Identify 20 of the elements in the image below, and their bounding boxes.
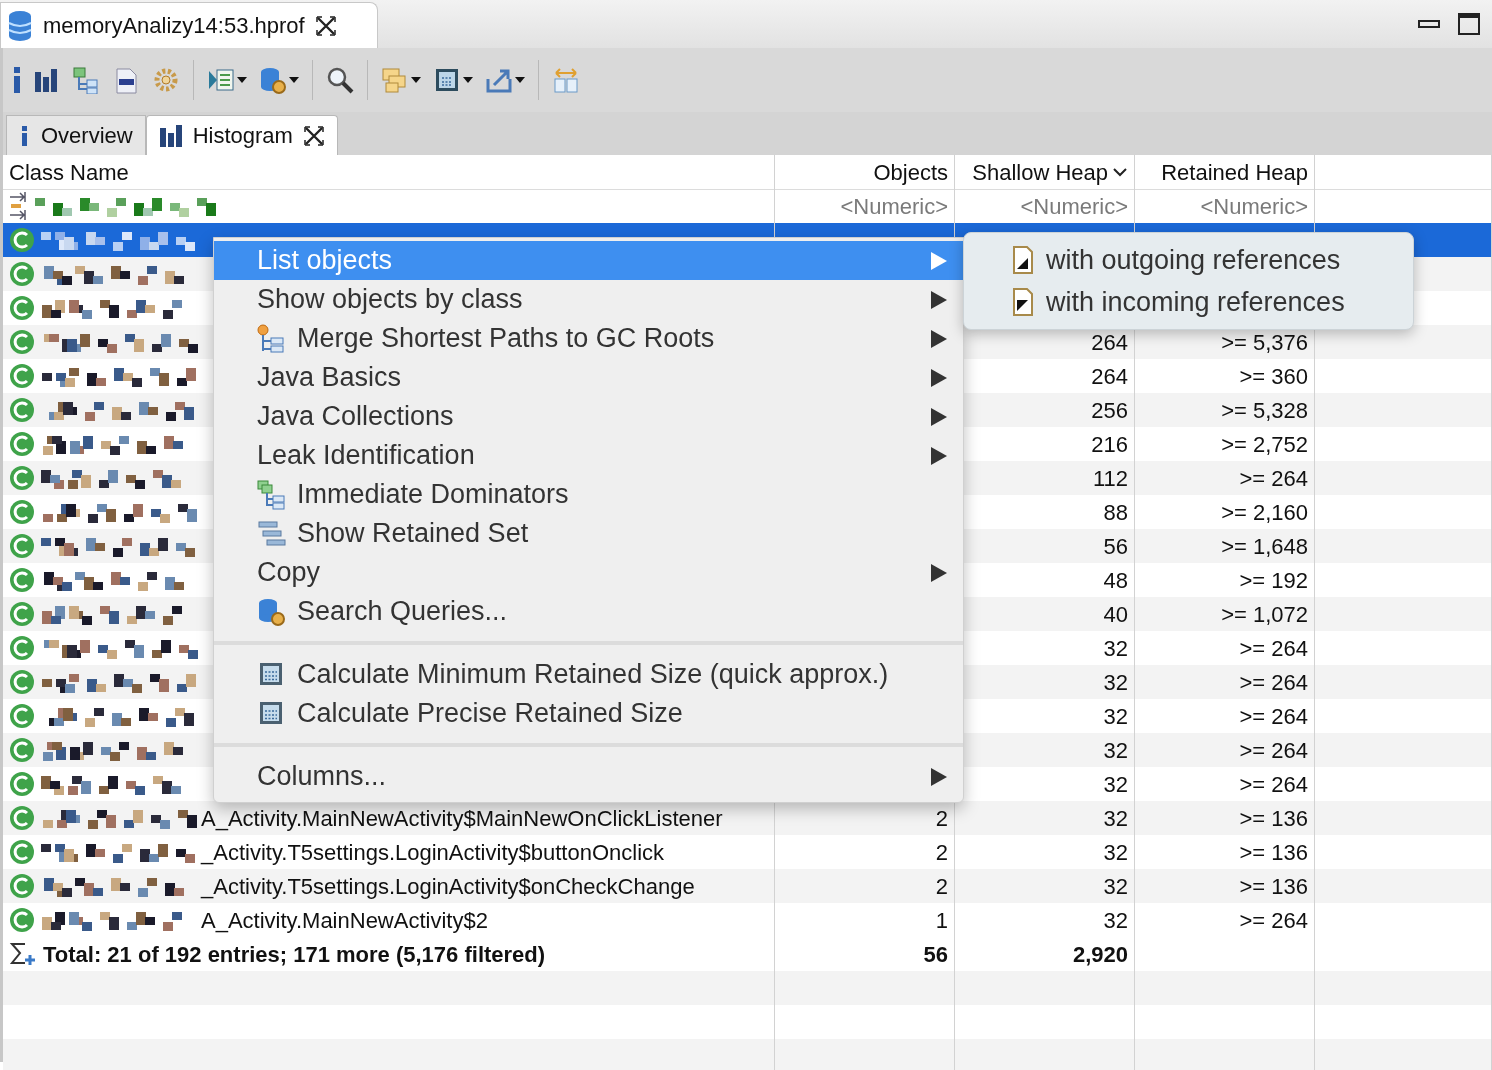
table-cell: >= 136: [1135, 869, 1315, 903]
class-name: A_Activity.MainNewActivity$MainNewOnClickListener: [201, 804, 723, 833]
table-cell: >= 136: [1135, 801, 1315, 835]
table-cell: >= 264: [1135, 903, 1315, 937]
table-cell: 32: [955, 903, 1135, 937]
class-name: _Activity.T5settings.LoginActivity$buttonOnclick: [201, 838, 665, 867]
table-cell: >= 1,072: [1135, 597, 1315, 631]
total-label: Total: 21 of 192 entries; 171 more (5,176 filtered): [43, 940, 546, 969]
table-cell: >= 1,648: [1135, 529, 1315, 563]
table-cell: >= 264: [1135, 665, 1315, 699]
table-cell: 2: [775, 869, 955, 903]
table-cell: 2: [775, 801, 955, 835]
table-cell: 32: [955, 801, 1135, 835]
table-cell: 1: [775, 903, 955, 937]
table-cell: 32: [955, 869, 1135, 903]
table-cell: >= 5,328: [1135, 393, 1315, 427]
class-name: A_Activity.MainNewActivity$2: [201, 906, 488, 935]
table-cell: >= 264: [1135, 461, 1315, 495]
class-name: _Activity.T5settings.LoginActivity$onCheckChange: [201, 872, 695, 901]
table-cell: >= 264: [1135, 733, 1315, 767]
